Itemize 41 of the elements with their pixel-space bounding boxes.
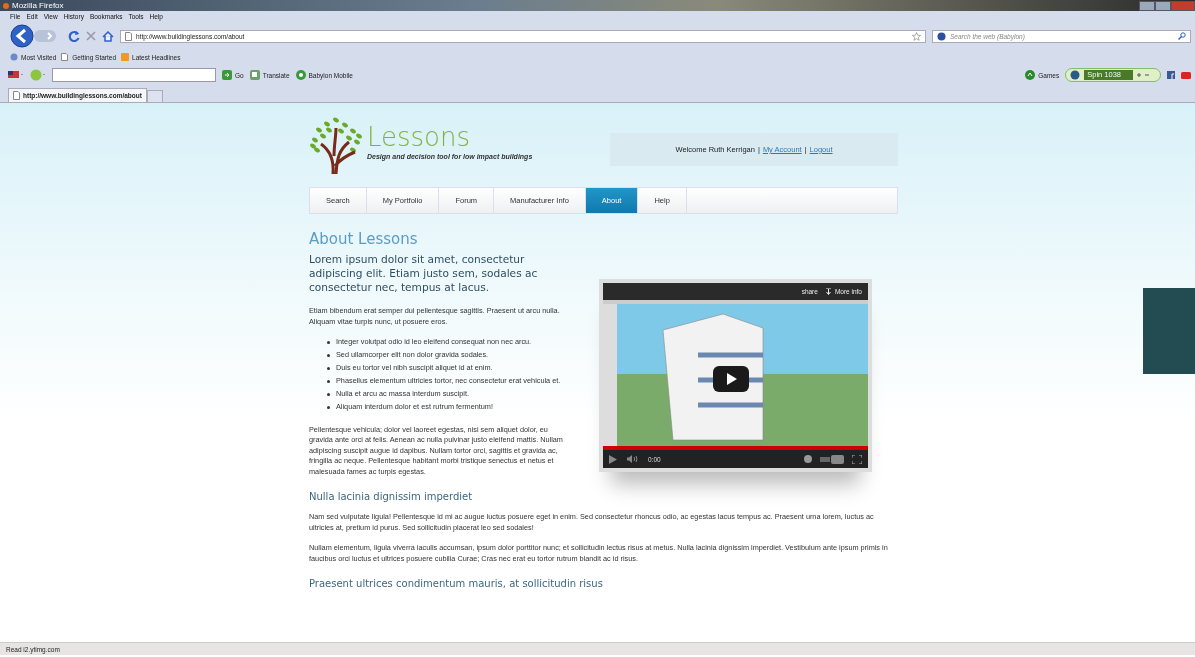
video-site-icon[interactable] (1181, 70, 1191, 80)
bullet-icon (327, 406, 330, 410)
search-engine-icon[interactable] (937, 31, 946, 41)
window-title: Mozilla Firefox (12, 1, 64, 10)
section-heading: Nulla lacinia dignissim imperdiet (309, 491, 474, 503)
search-icon[interactable] (1178, 32, 1186, 40)
page-icon (61, 53, 70, 61)
page-title: About Lessons (309, 230, 419, 248)
fullscreen-icon[interactable] (852, 454, 862, 464)
site-brand: Lessons (367, 124, 472, 150)
down-arrow-icon (825, 288, 831, 295)
stop-icon[interactable] (86, 31, 96, 41)
back-icon[interactable] (10, 24, 34, 48)
go-icon (222, 70, 232, 80)
star-icon[interactable] (912, 31, 921, 41)
bullet-icon (327, 341, 330, 344)
tree-logo-icon (309, 116, 363, 176)
feed-icon (121, 53, 130, 61)
minimize-button[interactable] (1139, 1, 1155, 11)
bullet-icon (327, 354, 330, 358)
app-icon (3, 2, 9, 9)
play-icon[interactable] (609, 454, 617, 464)
facebook-icon[interactable] (1167, 71, 1175, 79)
home-icon[interactable] (102, 30, 114, 42)
toolbar-search-field[interactable] (52, 68, 216, 82)
bullet-icon (327, 393, 330, 397)
page-icon (125, 31, 132, 41)
flag-icon[interactable] (8, 71, 24, 79)
maximize-button[interactable] (1155, 1, 1171, 11)
lead-paragraph: Lorem ipsum dolor sit amet, consectetur adipiscing elit. Etiam justo sem, sodales ac consectetur nec, tempus at lacus. (309, 252, 539, 294)
globe-icon (1069, 70, 1082, 80)
globe-icon (10, 53, 18, 61)
reload-icon[interactable] (68, 30, 80, 42)
bullet-icon (327, 380, 330, 384)
bullet-icon (327, 367, 330, 371)
games-icon (1025, 70, 1036, 80)
play-button-icon[interactable] (713, 366, 749, 392)
page-icon (13, 91, 20, 100)
logo-icon[interactable] (820, 454, 844, 464)
section-heading: Praesent ultrices condimentum mauris, at sollicitudin risus (309, 578, 604, 590)
translate-icon (249, 70, 260, 80)
